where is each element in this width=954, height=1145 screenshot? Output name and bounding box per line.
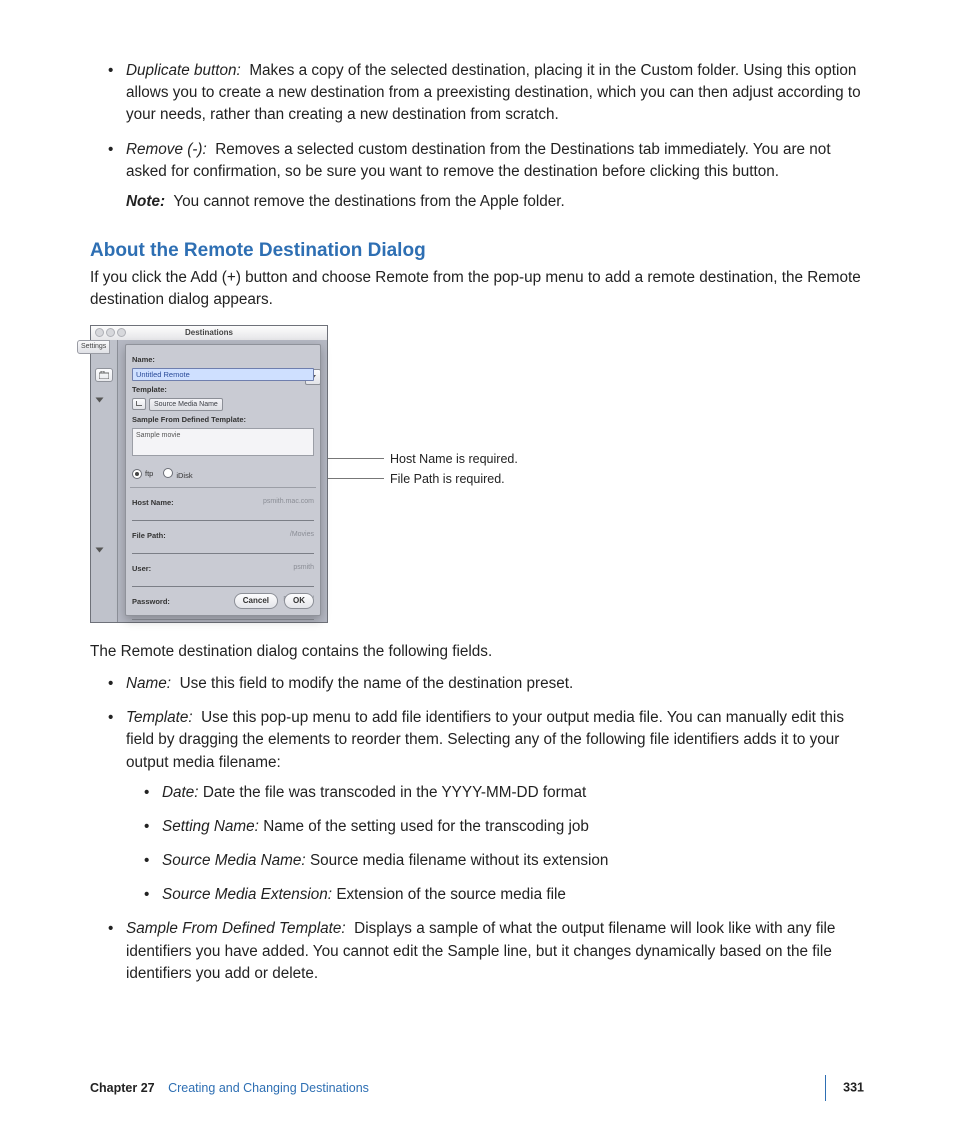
sample-field: Sample movie	[132, 428, 314, 456]
cancel-button[interactable]: Cancel	[234, 593, 278, 609]
field-definitions: Name: Use this field to modify the name …	[108, 673, 864, 985]
minimize-icon[interactable]	[106, 328, 115, 337]
chapter-title: Creating and Changing Destinations	[168, 1081, 369, 1095]
template-label: Template:	[132, 385, 314, 396]
sample-label: Sample From Defined Template:	[132, 415, 314, 426]
remote-destination-dialog: Destinations Settings Name:	[90, 325, 328, 623]
disclosure-triangle-icon[interactable]	[96, 397, 104, 402]
path-field[interactable]: File Path:/Movies	[132, 527, 314, 554]
host-field[interactable]: Host Name:psmith.mac.com	[132, 494, 314, 521]
traffic-lights	[95, 328, 126, 337]
settings-tab[interactable]: Settings	[77, 340, 110, 354]
callout-line	[328, 478, 384, 479]
callout-path: File Path is required.	[390, 470, 505, 488]
template-token[interactable]: Source Media Name	[149, 398, 223, 411]
idisk-radio[interactable]: iDisk	[163, 468, 192, 482]
disclosure-triangle-icon[interactable]	[96, 547, 104, 552]
note-text: You cannot remove the destinations from …	[173, 193, 564, 210]
def-source-media-name: Source Media Name: Source media filename…	[144, 850, 864, 872]
chapter-label: Chapter 27	[90, 1081, 155, 1095]
window-title: Destinations	[185, 327, 233, 339]
term-text: Removes a selected custom destination fr…	[126, 141, 831, 180]
def-date: Date: Date the file was transcoded in th…	[144, 782, 864, 804]
template-menu-button[interactable]	[132, 398, 146, 410]
def-name: Name: Use this field to modify the name …	[108, 673, 864, 695]
term: Duplicate button:	[126, 62, 241, 79]
ok-button[interactable]: OK	[284, 593, 314, 609]
section-heading: About the Remote Destination Dialog	[90, 237, 864, 265]
name-label: Name:	[132, 355, 314, 366]
def-source-media-ext: Source Media Extension: Extension of the…	[144, 884, 864, 906]
note-label: Note:	[126, 193, 165, 210]
def-template: Template: Use this pop-up menu to add fi…	[108, 707, 864, 906]
footer-right: 331	[811, 1075, 864, 1101]
page-number: 331	[843, 1080, 864, 1094]
zoom-icon[interactable]	[117, 328, 126, 337]
figure-wrap: Destinations Settings Name:	[90, 325, 864, 623]
window-titlebar: Destinations	[91, 326, 327, 341]
window-body: Settings Name: Untitled Remote Template:	[91, 340, 327, 622]
callout-host: Host Name is required.	[390, 450, 518, 468]
page-footer: Chapter 27 Creating and Changing Destina…	[90, 1075, 864, 1101]
left-column: Settings	[91, 340, 118, 622]
dialog-sheet: Name: Untitled Remote Template: Source M…	[125, 344, 321, 616]
callouts: Host Name is required. File Path is requ…	[334, 325, 654, 621]
callout-line	[328, 458, 384, 459]
close-icon[interactable]	[95, 328, 104, 337]
user-field[interactable]: User:psmith	[132, 560, 314, 587]
page: Duplicate button: Makes a copy of the se…	[0, 0, 954, 1145]
content: Duplicate button: Makes a copy of the se…	[90, 60, 864, 985]
name-field[interactable]: Untitled Remote	[132, 368, 314, 381]
def-setting-name: Setting Name: Name of the setting used f…	[144, 816, 864, 838]
note: Note: You cannot remove the destinations…	[126, 191, 864, 213]
section-lead: If you click the Add (+) button and choo…	[90, 267, 864, 311]
ftp-radio[interactable]: ftp	[132, 469, 153, 480]
toolbar-button[interactable]	[95, 368, 113, 382]
bullet-remove: Remove (-): Removes a selected custom de…	[108, 139, 864, 214]
def-sample: Sample From Defined Template: Displays a…	[108, 918, 864, 985]
bullet-duplicate: Duplicate button: Makes a copy of the se…	[108, 60, 864, 127]
divider-icon	[825, 1075, 826, 1101]
protocol-radios: ftp iDisk	[132, 468, 314, 482]
term: Remove (-):	[126, 141, 207, 158]
intro-bullets: Duplicate button: Makes a copy of the se…	[90, 60, 864, 213]
after-figure-text: The Remote destination dialog contains t…	[90, 641, 864, 663]
footer-left: Chapter 27 Creating and Changing Destina…	[90, 1081, 369, 1095]
